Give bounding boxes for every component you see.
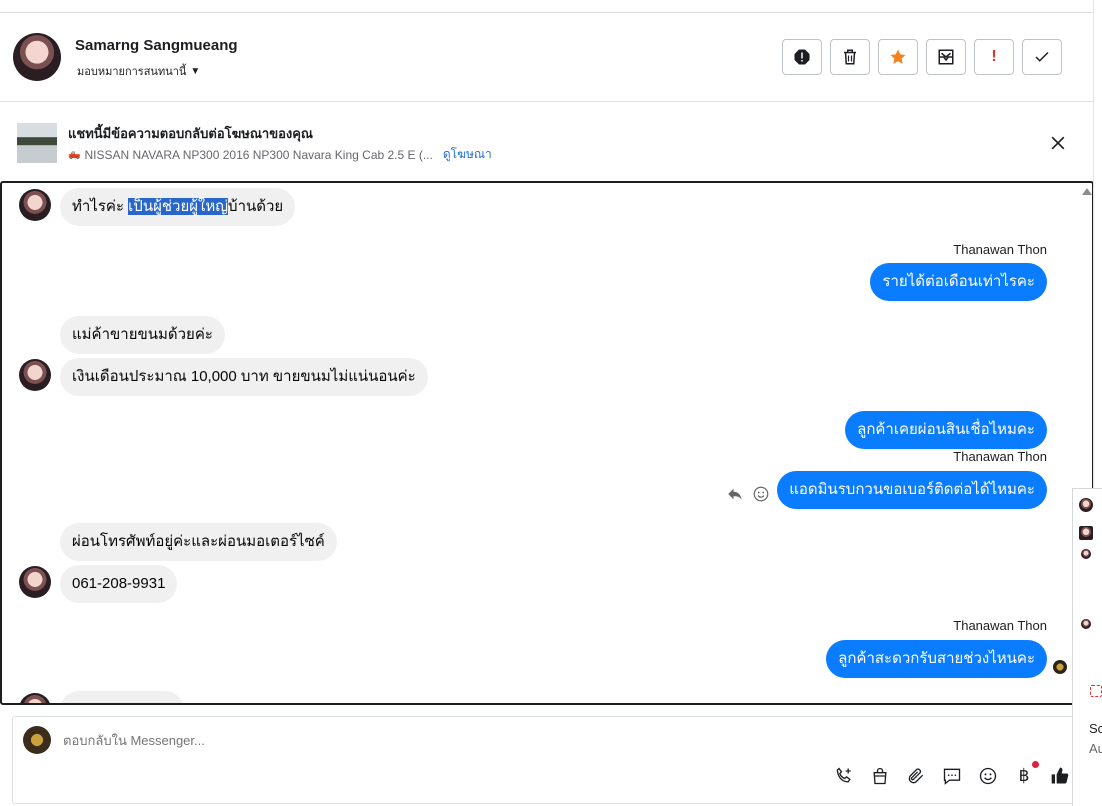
side-text-1: Sc — [1089, 721, 1102, 736]
side-text-2: Au — [1089, 741, 1102, 756]
side-avatar-small — [1081, 619, 1091, 629]
done-button[interactable] — [1022, 39, 1062, 75]
reply-input[interactable] — [63, 733, 963, 748]
assign-label: มอบหมายการสนทนานี้ — [77, 66, 187, 78]
ad-title-text: NISSAN NAVARA NP300 2016 NP300 Navara Ki… — [84, 147, 433, 162]
ad-banner-subtitle: 🛻 NISSAN NAVARA NP300 2016 NP300 Navara … — [68, 145, 492, 164]
emoji-icon — [979, 767, 997, 785]
saved-replies-button[interactable] — [941, 765, 963, 787]
side-chat-panel[interactable]: Sc Au — [1072, 488, 1102, 806]
follow-up-button[interactable]: ! — [974, 39, 1014, 75]
thread-header: Samarng Sangmueang มอบหมายการสนทนานี้ ▼ … — [0, 13, 1093, 102]
side-avatar-small — [1081, 549, 1091, 559]
mark-unread-button[interactable] — [926, 39, 966, 75]
thumbs-up-icon — [1051, 767, 1069, 784]
side-ad-thumbnail — [1079, 526, 1093, 540]
scroll-up-arrow-icon[interactable] — [1082, 188, 1092, 195]
composer-toolbar: ฿ — [833, 761, 1071, 787]
delete-button[interactable] — [830, 39, 870, 75]
ad-banner-title: แชทนี้มีข้อความตอบกลับต่อโฆษณาของคุณ — [68, 126, 313, 141]
contact-avatar-small — [19, 566, 51, 598]
contact-avatar[interactable] — [13, 33, 61, 81]
message-actions — [726, 485, 770, 503]
follow-up-icon: ! — [991, 48, 997, 65]
star-button[interactable] — [878, 39, 918, 75]
payment-button[interactable]: ฿ — [1013, 761, 1039, 787]
seen-indicator-avatar — [1053, 660, 1067, 674]
ad-thumbnail[interactable] — [17, 123, 57, 163]
page-avatar — [23, 726, 51, 754]
incoming-message[interactable]: เงินเดือนประมาณ 10,000 บาท ขายขนมไม่แน่น… — [60, 358, 428, 396]
shopping-bag-icon — [873, 767, 887, 785]
spam-button[interactable] — [782, 39, 822, 75]
incoming-message[interactable]: ผ่อนโทรศัพท์อยู่ค่ะและผ่อนมอเตอร์ไซค์ — [60, 523, 337, 561]
call-button[interactable] — [833, 765, 855, 787]
messenger-thread-view: Samarng Sangmueang มอบหมายการสนทนานี้ ▼ … — [0, 0, 1094, 806]
phone-plus-icon — [836, 767, 851, 783]
incoming-message[interactable]: 061-208-9931 — [60, 565, 178, 603]
contact-avatar-small — [19, 359, 51, 391]
emoji-button[interactable] — [977, 765, 999, 787]
outgoing-message[interactable]: รายได้ต่อเดือนเท่าไรคะ — [870, 263, 1047, 301]
paperclip-icon — [908, 768, 924, 784]
message-list[interactable]: ทำไรค่ะ เป็นผู้ช่วยผู้ใหญ่บ้านด้วย Thana… — [0, 181, 1094, 705]
incoming-message-partial[interactable] — [60, 691, 184, 703]
shop-button[interactable] — [869, 765, 891, 787]
sender-name: Thanawan Thon — [953, 618, 1047, 633]
view-ad-link[interactable]: ดูโฆษณา — [443, 145, 492, 164]
reply-icon[interactable] — [726, 485, 744, 503]
assign-conversation-dropdown[interactable]: มอบหมายการสนทนานี้ ▼ — [77, 62, 200, 80]
reply-composer: ฿ — [12, 716, 1082, 804]
chat-bubble-icon — [943, 768, 961, 785]
like-button[interactable] — [1049, 765, 1071, 787]
sender-name: Thanawan Thon — [953, 449, 1047, 464]
star-icon — [890, 49, 906, 64]
incoming-message[interactable]: ทำไรค่ะ เป็นผู้ช่วยผู้ใหญ่บ้านด้วย — [60, 188, 296, 226]
side-avatar — [1079, 498, 1093, 512]
attach-button[interactable] — [905, 765, 927, 787]
check-icon — [1035, 51, 1049, 62]
close-icon[interactable] — [1048, 133, 1068, 153]
outgoing-message[interactable]: ลูกค้าสะดวกรับสายช่วงไหนคะ — [826, 640, 1047, 678]
baht-icon: ฿ — [1018, 766, 1030, 785]
selected-text: เป็นผู้ช่วยผู้ใหญ่ — [128, 198, 229, 215]
mark-unread-icon — [938, 49, 954, 65]
sender-name: Thanawan Thon — [953, 242, 1047, 257]
incoming-message[interactable]: แม่ค้าขายขนมด้วยค่ะ — [60, 316, 225, 354]
contact-name[interactable]: Samarng Sangmueang — [75, 37, 238, 54]
car-icon: 🛻 — [68, 149, 81, 160]
outgoing-message[interactable]: แอดมินรบกวนขอเบอร์ติดต่อได้ไหมคะ — [777, 471, 1047, 509]
contact-avatar-small — [19, 693, 51, 703]
caret-down-icon: ▼ — [190, 65, 201, 77]
outgoing-message[interactable]: ลูกค้าเคยผ่อนสินเชื่อไหมคะ — [845, 411, 1047, 449]
trash-icon — [844, 49, 856, 65]
thread-toolbar: ! — [782, 39, 1062, 75]
contact-avatar-small — [19, 189, 51, 221]
emoji-react-icon[interactable] — [752, 485, 770, 503]
spam-icon — [794, 49, 810, 65]
ad-reply-banner: แชทนี้มีข้อความตอบกลับต่อโฆษณาของคุณ 🛻 N… — [0, 103, 1093, 180]
side-tool-icon[interactable] — [1090, 685, 1102, 697]
notification-dot — [1032, 761, 1039, 768]
